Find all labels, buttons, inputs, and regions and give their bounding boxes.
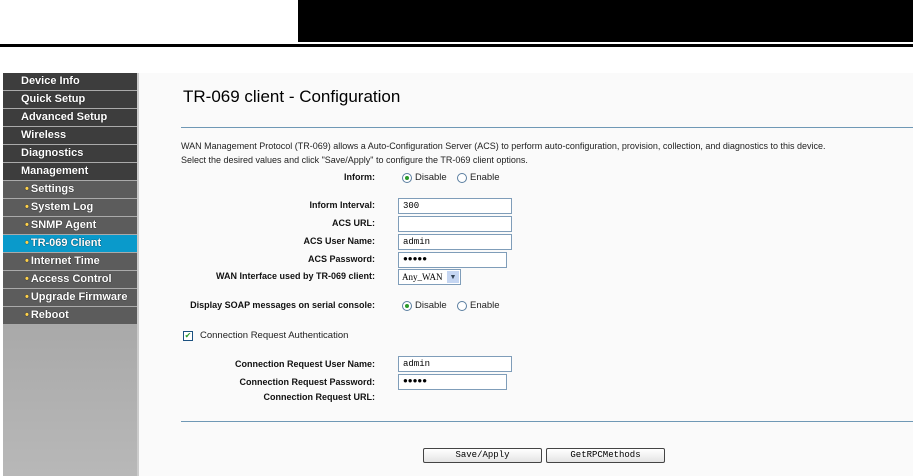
radio-label: Enable [470,300,500,311]
cr-username-label: Connection Request User Name: [234,359,375,369]
sidebar-item-label: Settings [30,183,75,195]
sidebar-item-snmp-agent[interactable]: • SNMP Agent [3,217,137,235]
sidebar-item-wireless[interactable]: Wireless [3,127,137,145]
cr-url-label: Connection Request URL: [263,392,376,402]
acs-username-input[interactable]: admin [398,234,512,250]
inform-interval-label: Inform Interval: [309,200,375,210]
cr-password-label: Connection Request Password: [239,377,375,387]
radio-unchecked-icon [457,300,467,311]
acs-url-label: ACS URL: [332,218,375,228]
radio-label: Enable [470,172,500,183]
save-apply-button[interactable]: Save/Apply [423,448,542,463]
bullet-icon: • [25,309,29,321]
sidebar-item-advanced-setup[interactable]: Advanced Setup [3,109,137,127]
sidebar-item-quick-setup[interactable]: Quick Setup [3,91,137,109]
bullet-icon: • [25,201,29,213]
wan-interface-select[interactable]: Any_WAN ▼ [398,269,461,285]
sidebar: Device Info Quick Setup Advanced Setup W… [3,73,137,476]
description-line-1: WAN Management Protocol (TR-069) allows … [181,141,826,151]
get-rpc-methods-button[interactable]: GetRPCMethods [546,448,665,463]
title-divider [181,127,913,128]
sidebar-item-settings[interactable]: • Settings [3,181,137,199]
chevron-down-icon: ▼ [447,271,459,283]
soap-disable-radio[interactable]: Disable [402,300,447,311]
sidebar-item-label: TR-069 Client [30,237,102,249]
bullet-icon: • [25,291,29,303]
acs-username-label: ACS User Name: [303,236,375,246]
radio-unchecked-icon [457,172,467,183]
checkmark-icon: ✔ [184,331,192,340]
inform-disable-radio[interactable]: Disable [402,172,447,183]
acs-url-input[interactable] [398,216,512,232]
bullet-icon: • [25,255,29,267]
sidebar-item-internet-time[interactable]: • Internet Time [3,253,137,271]
sidebar-item-system-log[interactable]: • System Log [3,199,137,217]
sidebar-item-upgrade-firmware[interactable]: • Upgrade Firmware [3,289,137,307]
inform-enable-radio[interactable]: Enable [457,172,500,183]
connection-request-auth-label: Connection Request Authentication [200,330,349,341]
sidebar-item-label: Internet Time [30,255,100,267]
sidebar-item-device-info[interactable]: Device Info [3,73,137,91]
wan-interface-label: WAN Interface used by TR-069 client: [215,271,375,281]
bullet-icon: • [25,183,29,195]
sidebar-item-label: System Log [30,201,94,213]
description-line-2: Select the desired values and click "Sav… [181,155,528,165]
cr-password-input[interactable]: ●●●●● [398,374,507,390]
radio-label: Disable [415,300,447,311]
sidebar-item-access-control[interactable]: • Access Control [3,271,137,289]
radio-checked-icon [402,172,412,183]
sidebar-item-label: Upgrade Firmware [30,291,128,303]
acs-password-input[interactable]: ●●●●● [398,252,507,268]
sidebar-item-tr069-client[interactable]: • TR-069 Client [3,235,137,253]
header-divider [0,44,913,47]
page-title: TR-069 client - Configuration [183,87,401,106]
inform-interval-input[interactable]: 300 [398,198,512,214]
sidebar-item-diagnostics[interactable]: Diagnostics [3,145,137,163]
main-content: TR-069 client - Configuration WAN Manage… [139,73,913,476]
sidebar-item-label: Reboot [30,309,69,321]
connection-request-auth-checkbox[interactable]: ✔ [183,331,193,341]
sidebar-item-label: Access Control [30,273,112,285]
sidebar-item-label: SNMP Agent [30,219,97,231]
bullet-icon: • [25,237,29,249]
bullet-icon: • [25,219,29,231]
acs-password-label: ACS Password: [307,254,375,264]
sidebar-item-management[interactable]: Management [3,163,137,181]
select-value: Any_WAN [402,272,443,282]
radio-label: Disable [415,172,447,183]
cr-username-input[interactable]: admin [398,356,512,372]
header-banner [298,0,913,42]
radio-checked-icon [402,300,412,311]
inform-label: Inform: [344,172,375,182]
soap-label: Display SOAP messages on serial console: [190,300,375,310]
bottom-divider [181,421,913,422]
soap-enable-radio[interactable]: Enable [457,300,500,311]
sidebar-item-reboot[interactable]: • Reboot [3,307,137,325]
bullet-icon: • [25,273,29,285]
